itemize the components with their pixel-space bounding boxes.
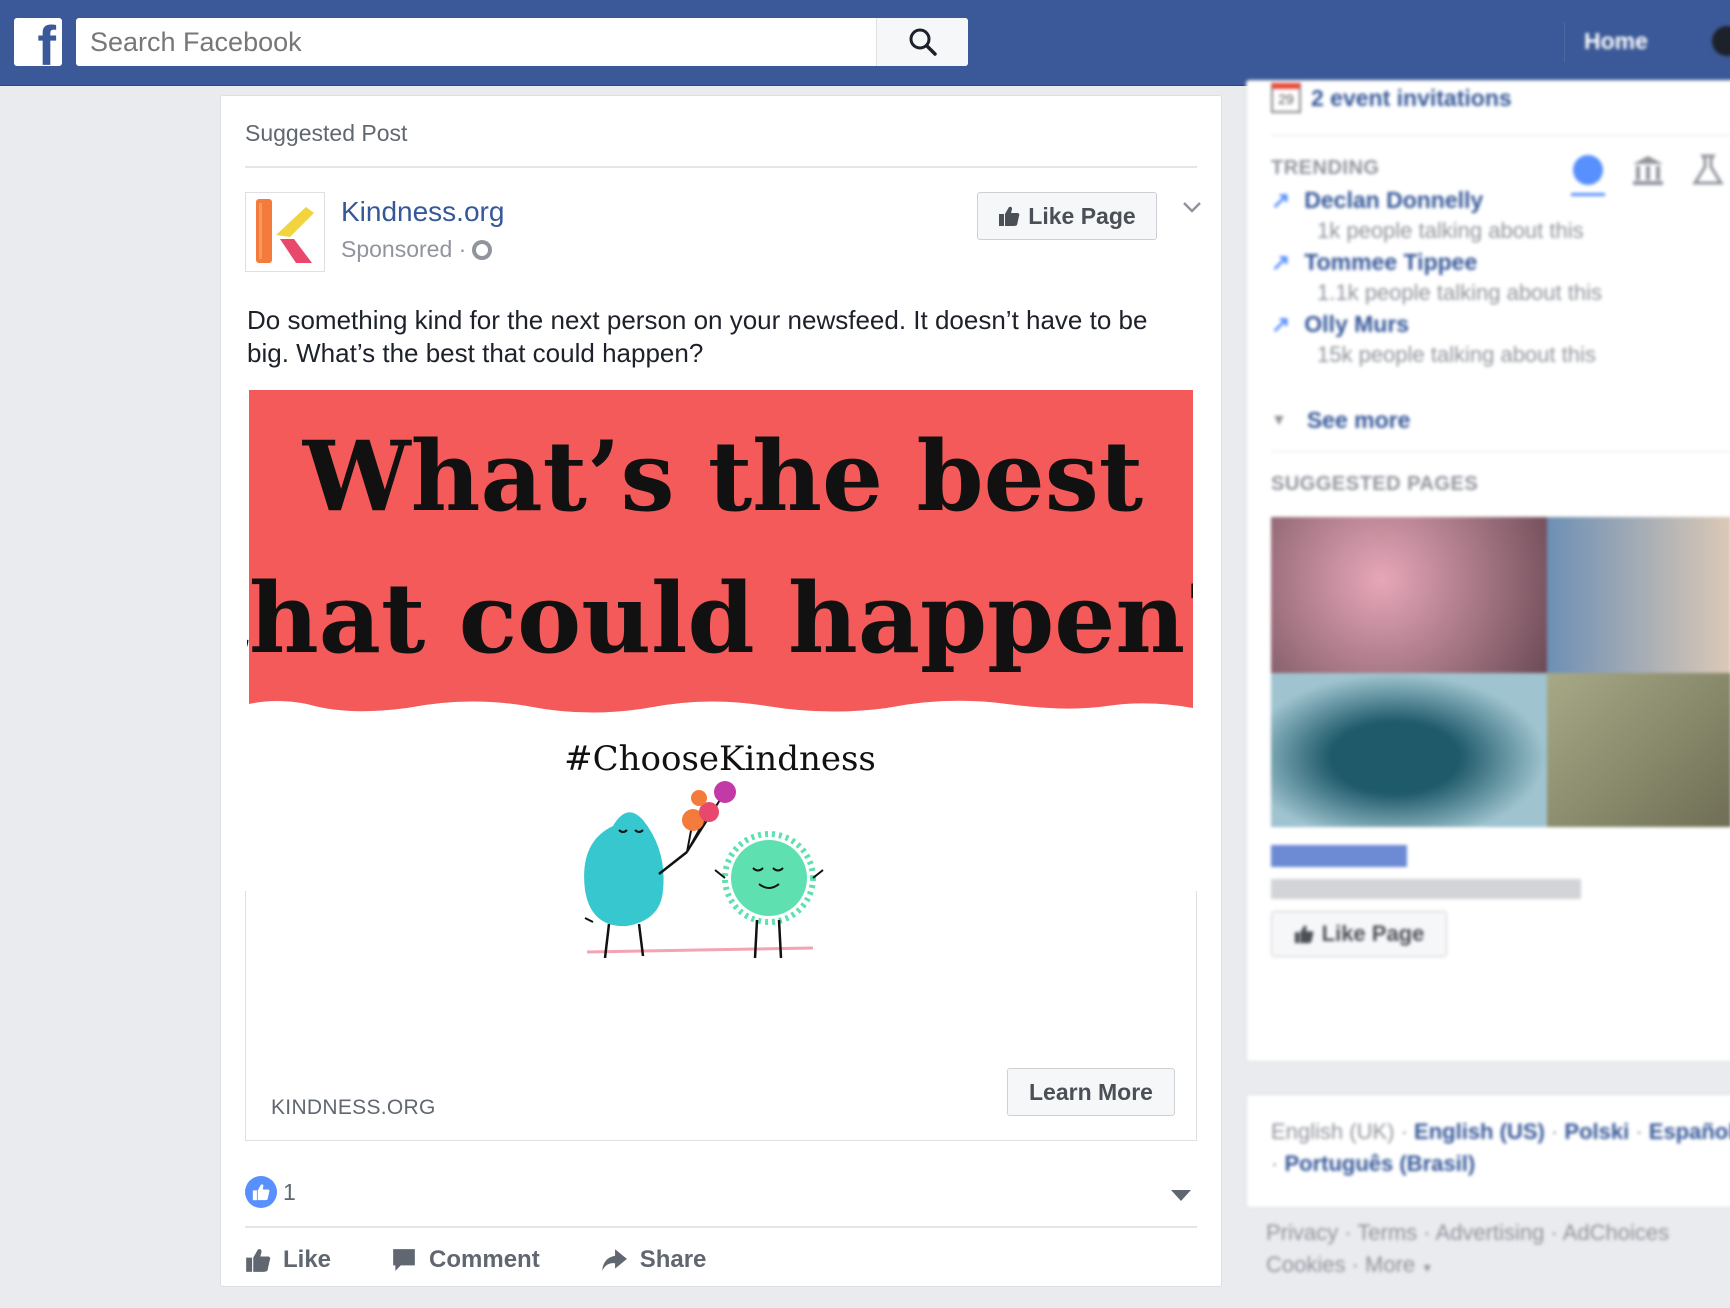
globe-tab-icon[interactable]: [1571, 153, 1605, 187]
language-list-line-2: · Português (Brasil): [1271, 1151, 1476, 1176]
trending-subtext: 1k people talking about this: [1317, 218, 1584, 243]
more-link[interactable]: More: [1365, 1252, 1415, 1277]
language-link[interactable]: Português (Brasil): [1284, 1151, 1475, 1176]
calendar-icon: 29: [1271, 83, 1301, 113]
current-language: English (UK) ·: [1271, 1119, 1408, 1144]
language-link[interactable]: Español: [1649, 1119, 1730, 1144]
hashtag-text: #ChooseKindness: [564, 739, 876, 779]
reaction-summary[interactable]: 1: [245, 1176, 296, 1208]
suggested-page-info: [1271, 879, 1581, 899]
cookies-link[interactable]: Cookies: [1266, 1252, 1345, 1277]
like-reaction-icon: [245, 1176, 277, 1208]
search-icon: [909, 28, 937, 56]
language-link[interactable]: English (US): [1414, 1119, 1545, 1144]
suggested-page-name[interactable]: [1271, 845, 1407, 867]
advertising-link[interactable]: Advertising: [1436, 1220, 1545, 1245]
trending-name: Olly Murs: [1304, 311, 1410, 337]
page-name-link[interactable]: Kindness.org: [341, 196, 504, 228]
comment-label: Comment: [429, 1246, 540, 1273]
trending-name: Declan Donnelly: [1304, 187, 1484, 213]
see-more-label: See more: [1306, 407, 1411, 433]
photo-tile: [1547, 517, 1730, 673]
like-button[interactable]: Like: [245, 1246, 331, 1274]
caret-down-icon: ▼: [1271, 411, 1287, 429]
trending-item[interactable]: ↗ Declan Donnelly 1k people talking about…: [1271, 187, 1711, 244]
divider: [245, 1226, 1197, 1228]
divider: [1271, 135, 1730, 136]
headline-line-1: What’s the best: [302, 420, 1143, 533]
trending-title: TRENDING: [1271, 157, 1380, 179]
language-list: English (UK) · English (US) · Polski · E…: [1271, 1119, 1730, 1145]
trending-item[interactable]: ↗ Olly Murs 15k people talking about this: [1271, 311, 1711, 368]
caret-down-icon: ▼: [1421, 1261, 1434, 1275]
nav-divider: [1564, 22, 1565, 62]
top-bar: f Home: [0, 0, 1730, 86]
suggested-pages-title: SUGGESTED PAGES: [1271, 473, 1479, 495]
facebook-logo-icon[interactable]: f: [14, 18, 62, 66]
post-text: Do something kind for the next person on…: [247, 305, 1148, 368]
trending-name: Tommee Tippee: [1304, 249, 1478, 275]
suggested-post-label: Suggested Post: [245, 120, 408, 146]
footer-links-line-2: Cookies · More ▼: [1266, 1252, 1434, 1277]
trending-arrow-icon: ↗: [1271, 187, 1291, 213]
post-actions: Like Comment Share: [245, 1236, 766, 1284]
share-icon: [601, 1249, 627, 1271]
search-input[interactable]: [76, 18, 876, 66]
footer-links: Privacy · Terms · Advertising · AdChoice…: [1266, 1220, 1670, 1245]
like-page-label: Like Page: [1028, 202, 1136, 229]
terms-link[interactable]: Terms: [1357, 1220, 1417, 1245]
photo-tile: [1271, 517, 1547, 673]
language-card: English (UK) · English (US) · Polski · E…: [1246, 1094, 1730, 1208]
photo-tile: [1547, 673, 1730, 827]
page-avatar[interactable]: [245, 192, 325, 272]
trending-arrow-icon: ↗: [1271, 249, 1291, 275]
share-label: Share: [639, 1246, 707, 1273]
divider: [245, 166, 1197, 168]
divider: [1271, 451, 1730, 452]
search-button[interactable]: [876, 18, 968, 66]
event-invitations-label: 2 event invitations: [1311, 84, 1512, 111]
politics-tab-icon[interactable]: [1631, 153, 1665, 187]
suggested-post-card: Suggested Post Kindness.org Sponsored · …: [220, 95, 1222, 1287]
thumbs-up-icon: [246, 1249, 271, 1272]
trending-subtext: 1.1k people talking about this: [1317, 280, 1602, 305]
caret-down-icon[interactable]: [1171, 1190, 1191, 1201]
sponsored-label: Sponsored ·: [341, 236, 493, 263]
language-link[interactable]: Polski: [1564, 1119, 1629, 1144]
trending-arrow-icon: ↗: [1271, 311, 1291, 337]
see-more-link[interactable]: ▼ See more: [1271, 407, 1410, 434]
kindness-logo-icon: [256, 199, 314, 263]
photo-tile: [1271, 673, 1547, 827]
share-button[interactable]: Share: [600, 1246, 707, 1274]
privacy-link[interactable]: Privacy: [1266, 1220, 1338, 1245]
suggested-like-page-button[interactable]: Like Page: [1271, 911, 1447, 957]
chevron-down-icon[interactable]: [1181, 196, 1203, 218]
event-invitations-link[interactable]: 29 2 event invitations: [1271, 83, 1512, 113]
reaction-count: 1: [283, 1178, 296, 1205]
globe-icon: [472, 239, 493, 260]
trending-subtext: 15k people talking about this: [1317, 342, 1596, 367]
comment-icon: [393, 1249, 415, 1271]
sponsored-text: Sponsored ·: [341, 236, 467, 262]
sidebar-card: 29 2 event invitations TRENDING ↗ Declan …: [1246, 80, 1730, 1062]
trending-item[interactable]: ↗ Tommee Tippee 1.1k people talking about…: [1271, 249, 1711, 306]
headline-line-2: that could happen?: [247, 562, 1193, 675]
search-box: [76, 18, 968, 66]
thumbs-up-icon: [999, 206, 1020, 226]
link-domain[interactable]: KINDNESS.ORG: [271, 1096, 436, 1120]
suggested-page-photos[interactable]: [1271, 517, 1730, 827]
learn-more-button[interactable]: Learn More: [1007, 1068, 1175, 1116]
like-label: Like: [283, 1246, 332, 1273]
like-page-button[interactable]: Like Page: [977, 192, 1157, 240]
comment-button[interactable]: Comment: [391, 1246, 540, 1274]
science-tab-icon[interactable]: [1691, 153, 1725, 187]
suggested-like-label: Like Page: [1321, 921, 1425, 946]
trending-category-tabs: [1571, 153, 1725, 187]
user-icon[interactable]: [1712, 26, 1730, 56]
adchoices-link[interactable]: AdChoices: [1563, 1220, 1669, 1245]
nav-home-link[interactable]: Home: [1584, 28, 1648, 55]
thumbs-up-icon: [1294, 925, 1314, 944]
